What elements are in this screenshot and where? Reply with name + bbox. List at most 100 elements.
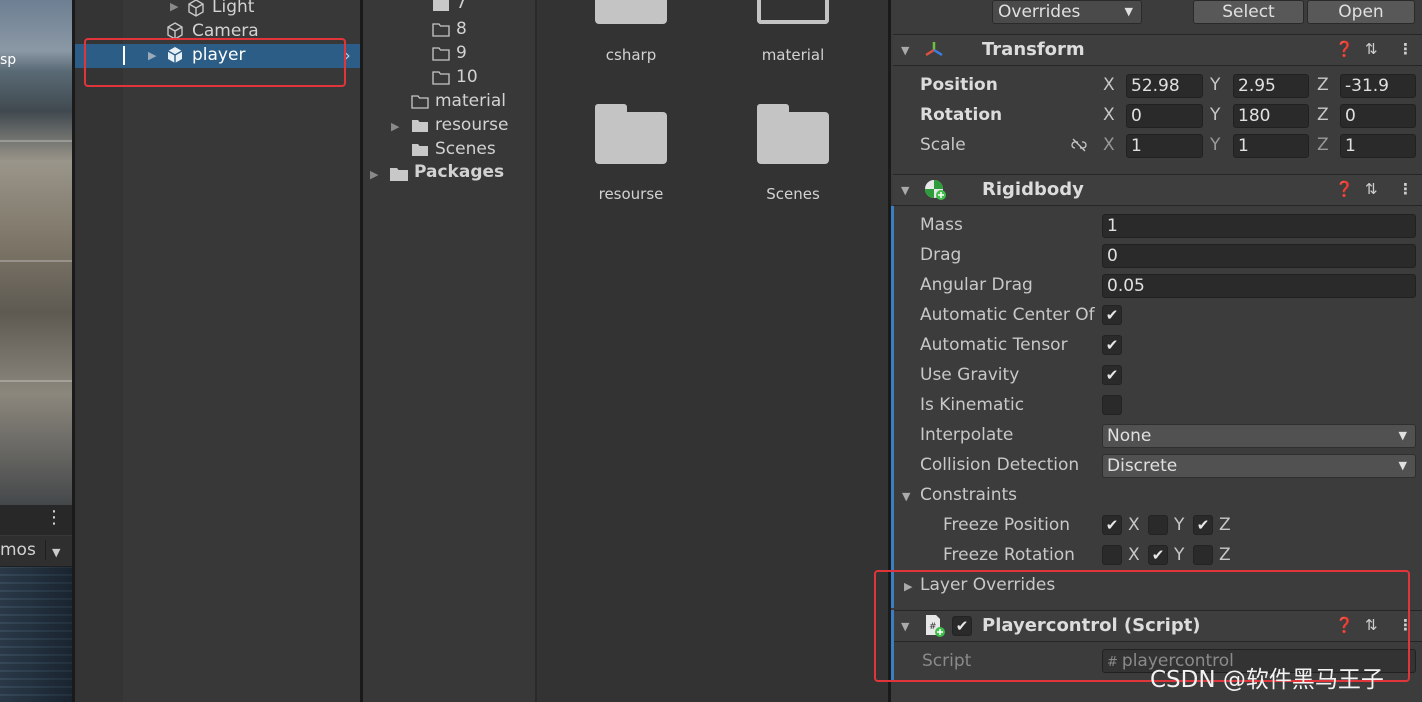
scale-y-field[interactable]: 1 — [1233, 134, 1309, 158]
rotation-y-field[interactable]: 180 — [1233, 104, 1309, 128]
freeze-rotation-x-checkbox[interactable] — [1102, 545, 1122, 565]
mass-label: Mass — [920, 215, 963, 235]
tree-folder-9[interactable]: 9 — [456, 43, 467, 63]
position-z-field[interactable]: -31.9 — [1340, 74, 1416, 98]
help-icon[interactable]: ❓ — [1335, 180, 1354, 198]
use-gravity-label: Use Gravity — [920, 365, 1020, 385]
scale-z-field[interactable]: 1 — [1340, 134, 1416, 158]
constraints-label[interactable]: Constraints — [920, 485, 1017, 505]
freeze-position-y-checkbox[interactable] — [1148, 515, 1168, 535]
tree-folder-10[interactable]: 10 — [456, 67, 478, 87]
freeze-position-label: Freeze Position — [943, 515, 1071, 535]
axis-z-label[interactable]: Z — [1317, 135, 1329, 155]
collision-detection-value: Discrete — [1107, 456, 1178, 476]
expand-arrow-icon[interactable]: ▶ — [370, 168, 378, 181]
is-kinematic-checkbox[interactable] — [1102, 395, 1122, 415]
tree-folder-8[interactable]: 8 — [456, 19, 467, 39]
asset-csharp[interactable]: csharp — [571, 46, 691, 64]
collision-detection-label: Collision Detection — [920, 455, 1080, 475]
tree-folder-packages[interactable]: Packages — [414, 162, 504, 182]
collapse-arrow-icon[interactable]: ▼ — [901, 44, 909, 57]
axis-z-label[interactable]: Z — [1317, 105, 1329, 125]
collision-detection-dropdown[interactable]: Discrete ▼ — [1102, 454, 1416, 478]
transform-icon — [925, 42, 943, 57]
select-button[interactable]: Select — [1193, 0, 1304, 24]
rigidbody-icon — [925, 180, 946, 200]
automatic-center-checkbox[interactable]: ✔ — [1102, 305, 1122, 325]
scene-detail — [0, 380, 72, 382]
freeze-position-x-checkbox[interactable]: ✔ — [1102, 515, 1122, 535]
freeze-rotation-y-checkbox[interactable]: ✔ — [1148, 545, 1168, 565]
position-y-field[interactable]: 2.95 — [1233, 74, 1309, 98]
axis-y-label: Y — [1174, 545, 1185, 565]
asset-scenes[interactable]: Scenes — [733, 185, 853, 203]
axis-x-label: X — [1128, 545, 1140, 565]
expand-arrow-icon[interactable]: ▶ — [391, 120, 399, 133]
axis-x-label[interactable]: X — [1103, 75, 1115, 95]
tree-folder-resourse[interactable]: resourse — [435, 115, 508, 135]
axis-y-label[interactable]: Y — [1210, 75, 1220, 95]
tree-folder-7[interactable]: 7 — [456, 0, 467, 13]
axis-z-label[interactable]: Z — [1317, 75, 1329, 95]
automatic-tensor-checkbox[interactable]: ✔ — [1102, 335, 1122, 355]
axis-z-label: Z — [1219, 515, 1231, 535]
help-icon[interactable]: ❓ — [1335, 40, 1354, 58]
overrides-dropdown[interactable]: Overrides ▼ — [992, 0, 1142, 24]
tree-folder-scenes[interactable]: Scenes — [435, 139, 496, 159]
asset-material[interactable]: material — [733, 46, 853, 64]
freeze-rotation-label: Freeze Rotation — [943, 545, 1075, 565]
folder-icon[interactable] — [595, 104, 667, 164]
more-menu-icon[interactable]: ⋮ — [1398, 40, 1413, 58]
drag-field[interactable]: 0 — [1102, 244, 1416, 268]
collapse-arrow-icon[interactable]: ▼ — [902, 490, 910, 503]
freeze-rotation-z-checkbox[interactable] — [1193, 545, 1213, 565]
expand-arrow-icon[interactable]: ▶ — [170, 0, 178, 13]
tree-folder-material[interactable]: material — [435, 91, 506, 111]
axis-x-label[interactable]: X — [1103, 135, 1115, 155]
position-x-field[interactable]: 52.98 — [1126, 74, 1203, 98]
scale-x-field[interactable]: 1 — [1126, 134, 1203, 158]
folder-icon — [433, 0, 449, 11]
rotation-z-field[interactable]: 0 — [1340, 104, 1416, 128]
link-off-icon[interactable] — [1070, 138, 1088, 152]
collapse-arrow-icon[interactable]: ▼ — [901, 184, 909, 197]
axis-x-label[interactable]: X — [1103, 105, 1115, 125]
more-menu-icon[interactable]: ⋮ — [1398, 180, 1413, 198]
folder-icon[interactable] — [757, 104, 829, 164]
axis-y-label[interactable]: Y — [1210, 105, 1220, 125]
asset-resourse[interactable]: resourse — [571, 185, 691, 203]
folder-csharp-icon[interactable] — [595, 0, 667, 24]
axis-y-label: Y — [1174, 515, 1185, 535]
axis-z-label: Z — [1219, 545, 1231, 565]
is-kinematic-label: Is Kinematic — [920, 395, 1025, 415]
angular-drag-label: Angular Drag — [920, 275, 1033, 295]
rigidbody-title: Rigidbody — [982, 179, 1084, 200]
rotation-x-field[interactable]: 0 — [1126, 104, 1203, 128]
mass-field[interactable]: 1 — [1102, 214, 1416, 238]
more-menu-icon[interactable]: ⋮ — [45, 507, 63, 531]
axis-y-label[interactable]: Y — [1210, 135, 1220, 155]
hierarchy-item-light[interactable]: Light — [212, 0, 254, 17]
gizmos-button[interactable]: mos — [0, 540, 36, 560]
preset-icon[interactable]: ⇅ — [1365, 40, 1378, 58]
angular-drag-field[interactable]: 0.05 — [1102, 274, 1416, 298]
automatic-tensor-label: Automatic Tensor — [920, 335, 1068, 355]
freeze-position-z-checkbox[interactable]: ✔ — [1193, 515, 1213, 535]
folder-icon — [412, 144, 428, 156]
project-grid-panel — [537, 0, 888, 702]
folder-icon — [412, 120, 428, 132]
preset-icon[interactable]: ⇅ — [1365, 180, 1378, 198]
scene-view[interactable] — [0, 0, 72, 505]
axis-x-label: X — [1128, 515, 1140, 535]
gameobject-icon — [188, 0, 204, 17]
material-icon[interactable] — [757, 0, 829, 24]
open-button[interactable]: Open — [1307, 0, 1415, 24]
interpolate-dropdown[interactable]: None ▼ — [1102, 424, 1416, 448]
modified-indicator — [891, 206, 894, 608]
use-gravity-checkbox[interactable]: ✔ — [1102, 365, 1122, 385]
chevron-down-icon: ▼ — [1124, 5, 1133, 18]
chevron-down-icon[interactable]: ▼ — [52, 546, 60, 559]
chevron-down-icon: ▼ — [1398, 459, 1407, 472]
interpolate-label: Interpolate — [920, 425, 1014, 445]
folder-icon — [432, 23, 450, 37]
